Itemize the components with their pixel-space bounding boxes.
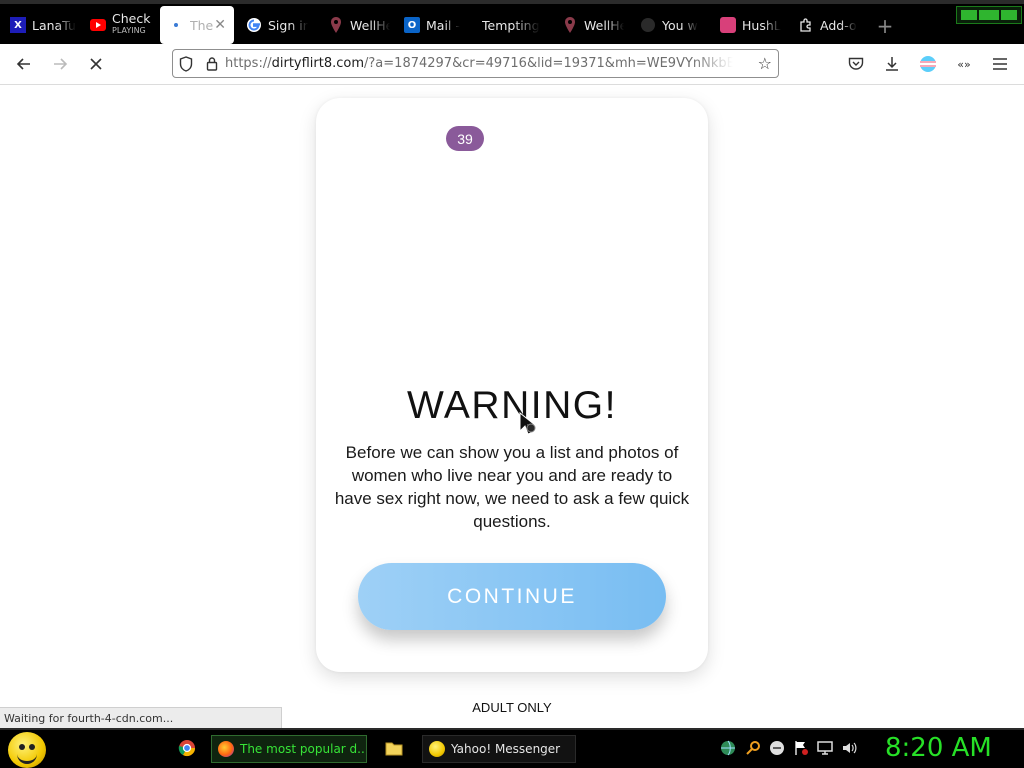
tab-label: WellHe <box>350 17 390 33</box>
tab-lanatu[interactable]: X LanaTu <box>2 6 80 44</box>
tab-label: You w <box>662 17 698 33</box>
profile-flag-icon[interactable] <box>916 52 940 76</box>
stop-button[interactable] <box>84 52 108 76</box>
folder-icon[interactable] <box>384 738 404 758</box>
url-path: /?a=1874297&cr=49716&lid=19371&mh=WE9VYn… <box>364 56 733 71</box>
menu-hamburger-icon[interactable] <box>988 52 1012 76</box>
outlook-icon: O <box>404 17 420 33</box>
tab-active[interactable]: The ✕ <box>160 6 234 44</box>
tab-label: HushL <box>742 17 781 33</box>
taskbar-firefox-label: The most popular d... <box>240 742 367 756</box>
bookmark-star-icon[interactable]: ☆ <box>758 54 772 73</box>
back-arrow-icon <box>16 58 30 70</box>
search-key-icon[interactable] <box>743 738 763 758</box>
tab-addons[interactable]: Add-o <box>790 6 866 44</box>
display-icon[interactable] <box>815 738 835 758</box>
taskbar-messenger-label: Yahoo! Messenger <box>451 742 561 756</box>
url-text[interactable]: https://dirtyflirt8.com/?a=1874297&cr=49… <box>225 56 733 71</box>
tab-playing-label: PLAYING <box>112 26 146 35</box>
close-tab-icon[interactable]: ✕ <box>214 17 226 33</box>
extension-icon[interactable]: «» <box>952 52 976 76</box>
url-bar[interactable]: https://dirtyflirt8.com/?a=1874297&cr=49… <box>172 49 779 78</box>
warning-message: Before we can show you a list and photos… <box>334 443 690 531</box>
taskbar: The most popular d... Yahoo! Messenger 8… <box>0 728 1024 768</box>
tab-hush[interactable]: HushL <box>712 6 784 44</box>
warning-card: 39 WARNING! Before we can show you a lis… <box>316 98 708 672</box>
status-bubble-icon[interactable] <box>767 738 787 758</box>
tab-label: Check <box>112 11 151 26</box>
volume-icon[interactable] <box>839 738 859 758</box>
google-icon <box>246 17 262 33</box>
tab-check-text: Check PLAYING <box>112 11 151 37</box>
forward-button[interactable] <box>48 52 72 76</box>
tab-mail[interactable]: O Mail - <box>396 6 464 44</box>
map-pin-icon <box>562 17 578 33</box>
tab-label: WellHe <box>584 17 624 33</box>
taskbar-yahoo-messenger[interactable]: Yahoo! Messenger <box>422 735 576 763</box>
x-logo-icon: X <box>10 17 26 33</box>
tab-wellhe-1[interactable]: WellHe <box>320 6 390 44</box>
navigation-bar: https://dirtyflirt8.com/?a=1874297&cr=49… <box>0 44 1024 85</box>
tab-wellhe-2[interactable]: WellHe <box>554 6 624 44</box>
warning-title: WARNING! <box>407 384 617 427</box>
tab-check[interactable]: Check PLAYING <box>82 6 158 44</box>
tab-label: Sign in <box>268 17 308 33</box>
tab-strip: X LanaTu Check PLAYING The ✕ Sign in Wel… <box>0 0 1024 44</box>
firefox-icon <box>218 741 234 757</box>
flag-alert-icon[interactable] <box>791 738 811 758</box>
youtube-icon <box>90 17 106 33</box>
network-meter-icon <box>956 6 1022 24</box>
stop-x-icon <box>90 58 102 70</box>
forward-arrow-icon <box>54 58 68 70</box>
count-badge: 39 <box>446 126 484 151</box>
taskbar-firefox-window[interactable]: The most popular d... <box>211 735 367 763</box>
downloads-icon[interactable] <box>880 52 904 76</box>
tab-label: Mail - <box>426 17 460 33</box>
tab-label: LanaTu <box>32 17 76 33</box>
url-domain: dirtyflirt8.com <box>271 56 365 71</box>
hush-icon <box>720 17 736 33</box>
url-scheme: https:// <box>225 56 272 71</box>
taskbar-clock: 8:20 AM <box>885 733 992 763</box>
puzzle-icon <box>798 17 814 33</box>
start-smiley-icon[interactable] <box>8 732 46 768</box>
tab-tempting[interactable]: Tempting <box>474 6 544 44</box>
chrome-icon[interactable] <box>177 738 197 758</box>
back-button[interactable] <box>12 52 36 76</box>
status-bar: Waiting for fourth-4-cdn.com... <box>0 707 282 728</box>
tracking-shield-icon[interactable] <box>173 55 199 72</box>
tab-label: Add-o <box>820 17 857 33</box>
mouse-cursor-icon <box>519 412 537 435</box>
new-tab-button[interactable]: + <box>874 8 896 44</box>
pocket-icon[interactable] <box>844 52 868 76</box>
yahoo-smiley-icon <box>429 741 445 757</box>
network-globe-icon[interactable] <box>718 738 738 758</box>
lock-icon[interactable] <box>199 56 225 71</box>
map-pin-icon <box>328 17 344 33</box>
continue-button[interactable]: CONTINUE <box>358 563 666 630</box>
tab-label: Tempting <box>482 17 540 33</box>
adult-only-label: ADULT ONLY <box>472 700 552 715</box>
dark-dot-icon <box>640 17 656 33</box>
tab-sign-in[interactable]: Sign in <box>238 6 308 44</box>
tab-you[interactable]: You w <box>632 6 702 44</box>
loading-dot-icon <box>168 17 184 33</box>
tab-label: The <box>190 17 214 33</box>
